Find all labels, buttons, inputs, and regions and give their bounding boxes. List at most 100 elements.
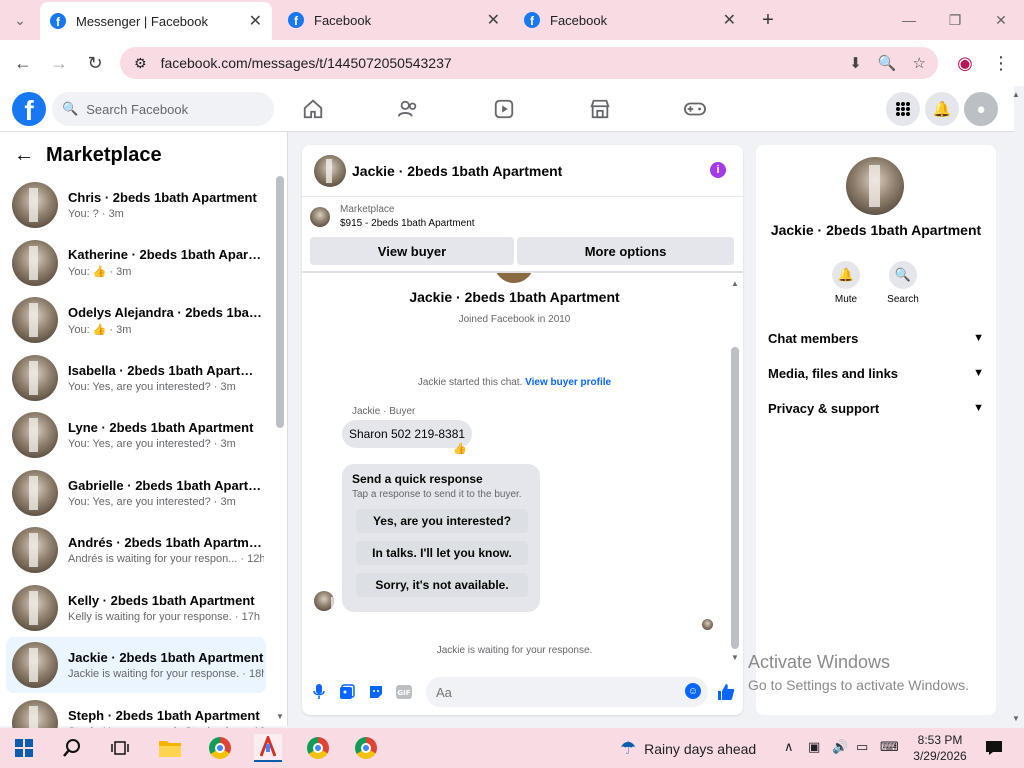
address-url: facebook.com/messages/t/1445072050543237 <box>160 55 452 71</box>
profile-icon[interactable]: ◉ <box>950 48 980 78</box>
chat-scroll-down-icon[interactable]: ▼ <box>731 653 739 662</box>
keyboard-icon[interactable]: ⌨ <box>880 739 899 755</box>
minimize-window-icon[interactable]: — <box>886 0 932 40</box>
conversation-item[interactable]: Isabella · 2beds 1bath Apartment You: Yes… <box>6 350 266 406</box>
facebook-logo-icon[interactable]: f <box>12 92 46 126</box>
emoji-icon[interactable]: ☺ <box>685 683 701 699</box>
task-view-icon[interactable] <box>106 734 134 762</box>
view-buyer-profile-link[interactable]: View buyer profile <box>525 377 611 388</box>
menu-grid-icon[interactable] <box>886 92 920 126</box>
details-avatar[interactable] <box>846 157 904 215</box>
close-tab-icon[interactable]: ✕ <box>249 11 262 31</box>
chat-scroll-up-icon[interactable]: ▲ <box>731 279 739 288</box>
marketplace-listing-card[interactable]: Marketplace $915 - 2beds 1bath Apartment <box>310 203 475 231</box>
volume-icon[interactable]: 🔊 <box>832 739 848 755</box>
quick-response-button-3[interactable]: Sorry, it's not available. <box>356 573 528 597</box>
close-tab-icon[interactable]: ✕ <box>723 10 736 30</box>
browser-tab-messenger[interactable]: f Messenger | Facebook ✕ <box>40 2 272 40</box>
address-bar[interactable]: ⚙ facebook.com/messages/t/14450720505432… <box>120 47 938 79</box>
conversation-preview: You: Yes, are you interested? · 3m <box>68 495 236 508</box>
chat-avatar[interactable] <box>314 154 346 187</box>
notifications-bell-icon[interactable]: 🔔 <box>925 92 959 126</box>
more-options-button[interactable]: More options <box>517 237 734 265</box>
quick-response-button-2[interactable]: In talks. I'll let you know. <box>356 541 528 565</box>
conversation-preview: Andrés is waiting for your respon... · 1… <box>68 553 264 565</box>
back-arrow-icon[interactable]: ← <box>8 48 38 78</box>
sidebar-scrollbar[interactable] <box>276 176 284 428</box>
install-app-icon[interactable]: ⬇ <box>849 54 862 72</box>
search-icon: 🔍 <box>889 261 917 289</box>
browser-tab-facebook-1[interactable]: f Facebook ✕ <box>278 0 510 40</box>
new-tab-plus-icon[interactable]: + <box>746 0 790 40</box>
home-icon[interactable] <box>298 94 328 124</box>
friends-icon[interactable] <box>393 94 423 124</box>
video-icon[interactable] <box>489 94 519 124</box>
taskbar-search-icon[interactable] <box>58 734 86 762</box>
page-scroll-up-icon[interactable]: ▲ <box>1012 90 1020 99</box>
chat-members-section[interactable]: Chat members ▼ <box>768 326 984 350</box>
media-files-links-section[interactable]: Media, files and links ▼ <box>768 361 984 385</box>
meet-now-icon[interactable]: ▣ <box>808 739 820 755</box>
sticker-icon[interactable] <box>367 683 385 701</box>
chat-panel: Jackie · 2beds 1bath Apartment i Marketp… <box>302 145 743 715</box>
thumbs-up-send-icon[interactable] <box>716 682 736 702</box>
notifications-center-icon[interactable] <box>980 734 1008 762</box>
tab-search-chevron-icon[interactable]: ⌄ <box>0 0 40 40</box>
chrome-taskbar-icon[interactable] <box>206 734 234 762</box>
section-label: Privacy & support <box>768 400 880 416</box>
close-window-icon[interactable]: ✕ <box>978 0 1024 40</box>
marketplace-icon[interactable] <box>585 94 615 124</box>
facebook-favicon-icon: f <box>50 13 66 29</box>
account-avatar-icon[interactable]: ● <box>964 92 998 126</box>
info-icon[interactable]: i <box>710 162 726 178</box>
scroll-down-arrow-icon[interactable]: ▼ <box>276 712 284 721</box>
show-hidden-icons-chevron-icon[interactable]: ∧ <box>784 739 794 755</box>
facebook-top-nav: f 🔍 Search Facebook 🔔 ● <box>0 86 1014 132</box>
privacy-support-section[interactable]: Privacy & support ▼ <box>768 396 984 420</box>
conversation-item[interactable]: Gabrielle · 2beds 1bath Apartm... You: Ye… <box>6 465 266 521</box>
facebook-search-input[interactable]: 🔍 Search Facebook <box>52 92 274 126</box>
chat-scrollbar[interactable] <box>731 347 739 649</box>
close-tab-icon[interactable]: ✕ <box>487 10 500 30</box>
search-icon: 🔍 <box>62 101 79 116</box>
chrome-profile-2-taskbar-icon[interactable] <box>352 734 380 762</box>
conversation-preview: You: Yes, are you interested? · 3m <box>68 380 236 393</box>
weather-widget[interactable]: ☂ Rainy days ahead <box>620 738 756 759</box>
conversation-item[interactable]: Lyne · 2beds 1bath Apartment You: Yes, ar… <box>6 407 266 463</box>
site-settings-icon[interactable]: ⚙ <box>134 55 147 72</box>
quick-response-button-1[interactable]: Yes, are you interested? <box>356 509 528 533</box>
conversation-item[interactable]: Jackie · 2beds 1bath Apartment Jackie is … <box>6 637 266 693</box>
network-icon[interactable]: ▭ <box>856 739 868 755</box>
chat-title[interactable]: Jackie · 2beds 1bath Apartment <box>352 163 562 179</box>
conversation-name: Isabella · 2beds 1bath Apartment <box>68 362 264 378</box>
gif-icon[interactable]: GIF <box>395 683 413 701</box>
zoom-icon[interactable]: 🔍 <box>878 54 897 72</box>
recorder-taskbar-icon[interactable] <box>254 734 282 762</box>
chrome-profile-taskbar-icon[interactable] <box>304 734 332 762</box>
mute-action[interactable]: 🔔 Mute <box>824 261 868 305</box>
gaming-icon[interactable] <box>680 94 710 124</box>
file-explorer-icon[interactable] <box>156 734 184 762</box>
message-input[interactable] <box>426 677 708 707</box>
bookmark-star-icon[interactable]: ☆ <box>913 54 926 72</box>
search-placeholder: Search Facebook <box>86 101 189 117</box>
reload-icon[interactable]: ↻ <box>80 48 110 78</box>
waiting-notice: Jackie is waiting for your response. <box>436 645 593 656</box>
browser-tab-facebook-2[interactable]: f Facebook ✕ <box>514 0 746 40</box>
view-buyer-button[interactable]: View buyer <box>310 237 514 265</box>
conversation-item[interactable]: Odelys Alejandra · 2beds 1bath ... You: 👍… <box>6 292 266 348</box>
conversation-item[interactable]: Katherine · 2beds 1bath Apartm... You: 👍 … <box>6 235 266 291</box>
conversation-item[interactable]: Kelly · 2beds 1bath Apartment Kelly is wa… <box>6 580 266 636</box>
windows-start-icon[interactable] <box>10 734 38 762</box>
browser-menu-icon[interactable]: ⋮ <box>986 48 1016 78</box>
microphone-icon[interactable] <box>310 683 328 701</box>
forward-arrow-icon[interactable]: → <box>44 48 74 78</box>
page-scroll-down-icon[interactable]: ▼ <box>1012 714 1020 723</box>
conversation-item[interactable]: Andrés · 2beds 1bath Apartment Andrés is … <box>6 522 266 578</box>
search-action[interactable]: 🔍 Search <box>881 261 925 305</box>
conversation-item[interactable]: Chris · 2beds 1bath Apartment You: ? · 3m <box>6 177 266 233</box>
photo-gallery-icon[interactable] <box>338 683 356 701</box>
back-arrow-icon[interactable]: ← <box>14 144 34 167</box>
taskbar-clock[interactable]: 8:53 PM 3/29/2026 <box>908 732 972 764</box>
restore-window-icon[interactable]: ❐ <box>932 0 978 40</box>
